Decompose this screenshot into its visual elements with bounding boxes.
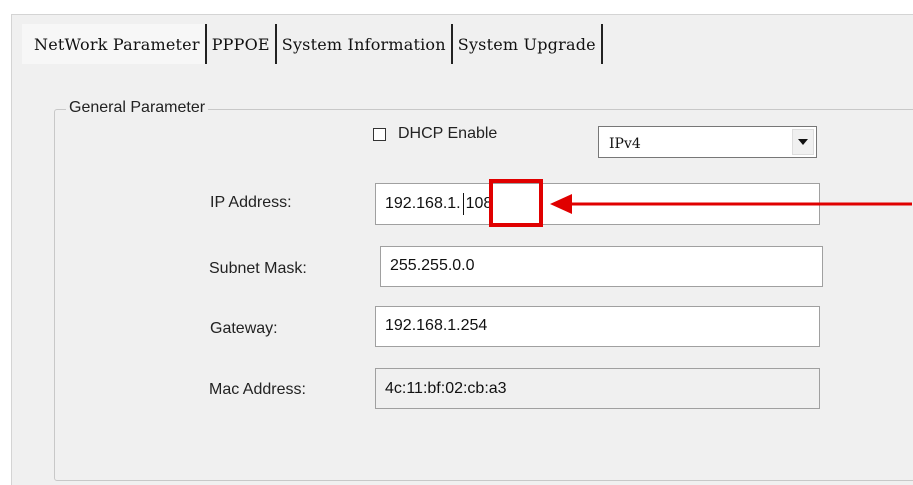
mac-address-field: 4c:11:bf:02:cb:a3 <box>375 368 820 409</box>
gateway-label: Gateway: <box>210 320 278 337</box>
dropdown-button[interactable] <box>792 129 814 155</box>
group-title: General Parameter <box>66 99 209 117</box>
annotation-arrow-icon <box>550 194 912 214</box>
tab-network-parameter[interactable]: NetWork Parameter <box>22 24 207 64</box>
tab-system-information[interactable]: System Information <box>276 24 453 64</box>
tab-pppoe[interactable]: PPPOE <box>206 24 277 64</box>
gateway-input[interactable]: 192.168.1.254 <box>375 306 820 347</box>
ip-last-octet-highlight <box>489 179 543 227</box>
tab-system-upgrade[interactable]: System Upgrade <box>452 24 603 64</box>
dhcp-enable-label: DHCP Enable <box>398 125 498 142</box>
ip-version-value: IPv4 <box>609 136 641 152</box>
subnet-mask-input[interactable]: 255.255.0.0 <box>380 246 823 287</box>
general-parameter-group <box>54 109 913 481</box>
dhcp-enable-checkbox[interactable] <box>373 127 386 141</box>
ip-version-select[interactable]: IPv4 <box>598 126 817 158</box>
tab-bar: NetWork Parameter PPPOE System Informati… <box>22 24 603 64</box>
text-cursor <box>462 193 464 215</box>
subnet-mask-label: Subnet Mask: <box>209 260 307 277</box>
ip-address-prefix: 192.168.1. <box>385 195 461 212</box>
chevron-down-icon <box>798 139 808 145</box>
dhcp-enable-option[interactable]: DHCP Enable <box>373 125 497 143</box>
mac-address-label: Mac Address: <box>209 381 306 398</box>
ip-address-label: IP Address: <box>210 194 292 211</box>
